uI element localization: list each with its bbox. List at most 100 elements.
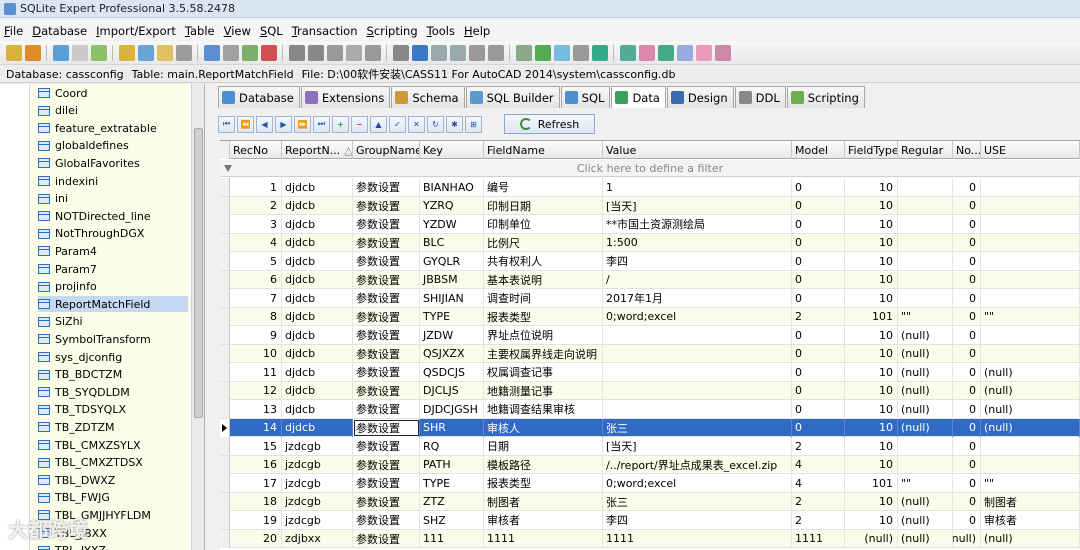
menu-tools[interactable]: Tools	[427, 24, 455, 38]
table-row[interactable]: 5 djdcb 参数设置 GYQLR 共有权利人 李四 0 10 0	[220, 252, 1080, 271]
cell-key[interactable]: JZDW	[420, 326, 484, 344]
cell-use[interactable]: 审核者	[981, 511, 1080, 529]
cell-use[interactable]	[981, 344, 1080, 363]
cell-recno[interactable]: 20	[230, 529, 282, 548]
cell-regular[interactable]: (null)	[898, 418, 953, 437]
cell-groupname[interactable]: 参数设置	[353, 233, 420, 252]
cell-regular[interactable]: (null)	[898, 529, 953, 548]
column-header-key[interactable]: Key	[420, 141, 484, 159]
cell-recno[interactable]: 18	[230, 492, 282, 511]
cell-fieldtype[interactable]: 10	[845, 196, 898, 215]
cell-value[interactable]: 张三	[603, 492, 792, 511]
cell-model[interactable]: 0	[792, 344, 845, 363]
cell-fieldname[interactable]: 主要权属界线走向说明	[484, 344, 603, 363]
cell-key[interactable]: TYPE	[420, 474, 484, 492]
export-icon[interactable]	[288, 44, 305, 61]
cell-reportn[interactable]: djdcb	[282, 418, 353, 437]
filter-icon[interactable]	[591, 44, 608, 61]
run-icon[interactable]	[411, 44, 428, 61]
filter-prompt[interactable]: Click here to define a filter	[220, 160, 1080, 177]
column-header-use[interactable]: USE	[981, 141, 1080, 159]
cell-key[interactable]: DJCLJS	[420, 381, 484, 400]
tree-item-table[interactable]: globaldefines	[38, 138, 188, 154]
cell-regular[interactable]: (null)	[898, 400, 953, 418]
cell-key[interactable]: PATH	[420, 455, 484, 474]
tree-item-table[interactable]: TBL_CMXZSYLX	[38, 437, 188, 453]
table-row[interactable]: 16 jzdcgb 参数设置 PATH 模板路径/../report/界址点成果表_ex…	[220, 455, 1080, 474]
cell-key[interactable]: BLC	[420, 233, 484, 252]
delete-record-button[interactable]: −	[351, 115, 368, 133]
cell-recno[interactable]: 13	[230, 400, 282, 418]
form-icon[interactable]	[619, 44, 636, 61]
cell-fieldtype[interactable]: 10	[845, 344, 898, 363]
tree-item-table[interactable]: projinfo	[38, 279, 188, 295]
cell-groupname[interactable]: 参数设置	[353, 215, 420, 233]
cell-model[interactable]: 4	[792, 474, 845, 492]
cell-recno[interactable]: 12	[230, 381, 282, 400]
cell-recno[interactable]: 5	[230, 252, 282, 270]
cell-value[interactable]: [当天]	[603, 196, 792, 215]
cell-key[interactable]: SHZ	[420, 511, 484, 529]
extension-icon[interactable]	[714, 44, 731, 61]
cell-reportn[interactable]: jzdcgb	[282, 492, 353, 511]
tree-item-table[interactable]: sys_djconfig	[38, 349, 188, 365]
cell-no[interactable]: (null)	[953, 529, 981, 548]
cell-regular[interactable]	[898, 178, 953, 196]
cell-use[interactable]	[981, 196, 1080, 215]
cell-value[interactable]: 张三	[603, 418, 792, 437]
tree-item-table[interactable]: Param7	[38, 261, 188, 277]
step-icon[interactable]	[449, 44, 466, 61]
cell-no[interactable]: 0	[953, 455, 981, 474]
cell-model[interactable]: 0	[792, 363, 845, 381]
cell-key[interactable]: SHIJIAN	[420, 289, 484, 307]
cell-use[interactable]: (null)	[981, 529, 1080, 548]
cell-fieldtype[interactable]: 10	[845, 437, 898, 455]
cell-reportn[interactable]: djdcb	[282, 344, 353, 363]
cell-fieldname[interactable]: 比例尺	[484, 233, 603, 252]
cell-fieldname[interactable]: 地籍测量记事	[484, 381, 603, 400]
cell-model[interactable]: 0	[792, 215, 845, 233]
next-record-button[interactable]: ▶	[275, 115, 292, 133]
cell-regular[interactable]	[898, 270, 953, 289]
cell-fieldname[interactable]: 审核者	[484, 511, 603, 529]
cell-reportn[interactable]: djdcb	[282, 252, 353, 270]
cell-key[interactable]: QSJXZX	[420, 344, 484, 363]
cell-key[interactable]: YZRQ	[420, 196, 484, 215]
edit-table-icon[interactable]	[137, 44, 154, 61]
tab-sql[interactable]: SQL	[560, 86, 611, 108]
edit-icon[interactable]	[676, 44, 693, 61]
cell-fieldname[interactable]: 日期	[484, 437, 603, 455]
cell-value[interactable]: 1	[603, 178, 792, 196]
cell-reportn[interactable]: djdcb	[282, 400, 353, 418]
cell-key[interactable]: YZDW	[420, 215, 484, 233]
cell-no[interactable]: 0	[953, 511, 981, 529]
column-header-fieldname[interactable]: FieldName	[484, 141, 603, 159]
cell-use[interactable]	[981, 437, 1080, 455]
cell-fieldtype[interactable]: 10	[845, 215, 898, 233]
cell-regular[interactable]: ""	[898, 474, 953, 492]
cell-value[interactable]	[603, 363, 792, 381]
cell-reportn[interactable]: djdcb	[282, 289, 353, 307]
trigger-icon[interactable]	[241, 44, 258, 61]
paste-icon[interactable]	[326, 44, 343, 61]
rename-icon[interactable]	[175, 44, 192, 61]
tree-item-table[interactable]: TB_BDCTZM	[38, 367, 188, 383]
cell-reportn[interactable]: zdjbxx	[282, 529, 353, 548]
cell-recno[interactable]: 8	[230, 307, 282, 326]
cell-regular[interactable]: (null)	[898, 492, 953, 511]
cell-no[interactable]: 0	[953, 289, 981, 307]
vacuum-icon[interactable]	[90, 44, 107, 61]
cell-reportn[interactable]: djdcb	[282, 270, 353, 289]
cell-fieldname[interactable]: 界址点位说明	[484, 326, 603, 344]
cell-value[interactable]: 李四	[603, 511, 792, 529]
begin-icon[interactable]	[515, 44, 532, 61]
cell-no[interactable]: 0	[953, 215, 981, 233]
column-header-no[interactable]: No...	[953, 141, 981, 159]
cell-fieldname[interactable]: 审核人	[484, 418, 603, 437]
table-row[interactable]: 6 djdcb 参数设置 JBBSM 基本表说明/0 10 0	[220, 270, 1080, 289]
cell-fieldtype[interactable]: 10	[845, 326, 898, 344]
prior-page-button[interactable]: ⏪	[237, 115, 254, 133]
cell-regular[interactable]: (null)	[898, 381, 953, 400]
cell-no[interactable]: 0	[953, 400, 981, 418]
tree-item-table[interactable]: indexini	[38, 173, 188, 189]
